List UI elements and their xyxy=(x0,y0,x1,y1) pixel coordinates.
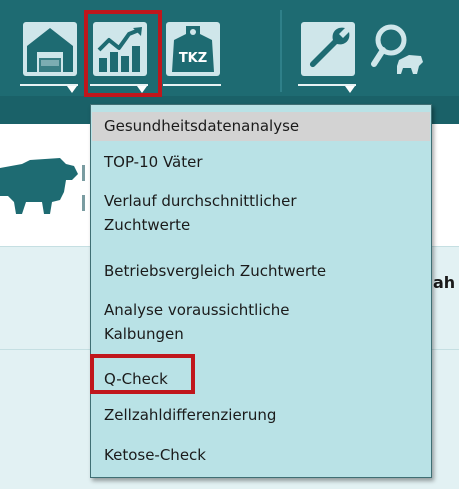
chart-button[interactable] xyxy=(86,14,154,96)
menu-item-analyse-kalbungen[interactable]: Analyse voraussichtliche Kalbungen xyxy=(92,298,327,346)
search-cow-icon xyxy=(371,24,423,74)
menu-item-gesundheitsdatenanalyse[interactable]: Gesundheitsdatenanalyse xyxy=(92,112,430,141)
wrench-icon xyxy=(301,22,355,76)
chevron-down-icon[interactable] xyxy=(67,86,77,93)
chevron-down-icon[interactable] xyxy=(345,86,355,93)
menu-item-top10-vaeter[interactable]: TOP-10 Väter xyxy=(92,150,430,174)
analysis-dropdown-menu: Gesundheitsdatenanalyse TOP-10 Väter Ver… xyxy=(90,104,432,478)
column-header-fragment: ah xyxy=(433,273,456,292)
menu-item-q-check[interactable]: Q-Check xyxy=(92,367,430,391)
barn-button[interactable] xyxy=(16,14,84,96)
cow-icon xyxy=(0,158,78,214)
ear-tag-icon: TKZ xyxy=(166,22,220,76)
chart-icon xyxy=(93,22,147,76)
menu-item-ketose-check[interactable]: Ketose-Check xyxy=(92,443,430,467)
button-underline xyxy=(163,84,221,86)
menu-item-betriebsvergleich[interactable]: Betriebsvergleich Zuchtwerte xyxy=(92,259,430,283)
barn-icon xyxy=(23,22,77,76)
wrench-button[interactable] xyxy=(294,14,362,96)
menu-item-verlauf-zuchtwerte[interactable]: Verlauf durchschnittlicher Zuchtwerte xyxy=(92,189,332,237)
chevron-down-icon[interactable] xyxy=(137,86,147,93)
toolbar-divider xyxy=(280,10,282,92)
menu-item-zellzahldifferenzierung[interactable]: Zellzahldifferenzierung xyxy=(92,403,430,427)
search-cow-button[interactable] xyxy=(364,14,432,96)
ear-tag-label: TKZ xyxy=(179,51,207,66)
ear-tag-button[interactable]: TKZ xyxy=(159,14,227,96)
